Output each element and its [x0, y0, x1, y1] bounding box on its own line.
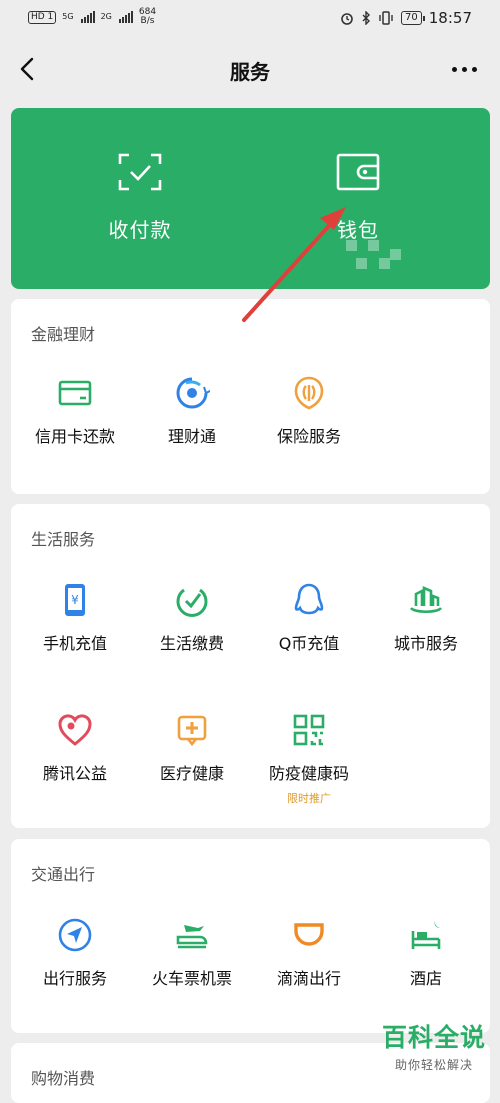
sim2-type: 2G — [100, 12, 112, 21]
hotel-bed-icon — [411, 921, 441, 949]
wealth-item[interactable]: 理财通 — [132, 375, 252, 447]
more-dots-icon[interactable] — [450, 60, 480, 78]
navigation-icon — [58, 918, 92, 952]
item-label: 保险服务 — [276, 427, 341, 446]
medical-icon — [177, 715, 207, 747]
section-title: 交通出行 — [31, 865, 96, 884]
city-service-item[interactable]: 城市服务 — [366, 582, 486, 654]
item-label: 腾讯公益 — [42, 764, 107, 783]
item-label: 信用卡还款 — [34, 427, 115, 446]
wallet-icon — [336, 153, 380, 191]
item-label: 医疗健康 — [159, 764, 224, 783]
city-service-icon — [409, 586, 443, 614]
health-code-item[interactable]: 防疫健康码 限时推广 — [249, 712, 369, 806]
item-label: 滴滴出行 — [276, 969, 341, 988]
scan-check-icon — [118, 153, 162, 191]
section-transport: 交通出行 出行服务 火车票机票 滴滴出行 酒店 — [11, 839, 490, 1033]
qq-penguin-icon — [294, 583, 324, 615]
wallet-label: 钱包 — [337, 218, 379, 242]
sim1-type: 5G — [62, 12, 74, 21]
item-label: 出行服务 — [42, 969, 107, 988]
train-plane-icon — [176, 925, 208, 949]
item-label: 理财通 — [167, 427, 216, 446]
battery-icon: 70 — [401, 11, 425, 25]
insurance-item[interactable]: 保险服务 — [249, 375, 369, 447]
qr-code-icon — [293, 714, 325, 746]
didi-icon — [294, 923, 324, 946]
signal-strength-icon — [80, 11, 95, 23]
network-speed-unit: B/s — [140, 16, 155, 26]
utility-bill-icon — [176, 588, 208, 617]
tencent-charity-item[interactable]: 腾讯公益 — [15, 712, 135, 784]
alarm-icon — [341, 13, 353, 25]
credit-card-repayment-item[interactable]: 信用卡还款 — [15, 375, 135, 447]
medical-health-item[interactable]: 医疗健康 — [132, 712, 252, 784]
q-coin-topup-item[interactable]: Q币充值 — [249, 582, 369, 654]
insurance-icon — [294, 376, 324, 410]
watermark: 百科全说 助你轻松解决 — [382, 1018, 486, 1073]
vibrate-icon — [379, 11, 393, 25]
credit-card-icon — [58, 380, 92, 406]
promo-badge: 限时推广 — [287, 792, 331, 805]
signal-strength-icon — [118, 11, 133, 23]
section-title: 生活服务 — [31, 530, 96, 549]
travel-service-item[interactable]: 出行服务 — [15, 917, 135, 989]
status-bar: HD 1 5G 2G 684 B/s 70 18:57 — [0, 0, 500, 38]
hotel-item[interactable]: 酒店 — [366, 917, 486, 989]
section-title: 购物消费 — [31, 1069, 96, 1088]
section-life-services: 生活服务 ¥ 手机充值 生活缴费 Q币充值 城市服务 腾讯公益 医疗健康 防疫健… — [11, 504, 490, 828]
network-speed: 684 B/s — [139, 8, 156, 26]
page-title: 服务 — [230, 60, 270, 84]
mobile-topup-item[interactable]: ¥ 手机充值 — [15, 582, 135, 654]
wallet-card: 收付款 钱包 — [11, 108, 490, 289]
mobile-topup-icon: ¥ — [65, 584, 85, 616]
hd-badge: HD 1 — [28, 10, 57, 24]
section-finance: 金融理财 信用卡还款 理财通 保险服务 — [11, 299, 490, 494]
item-label: 防疫健康码 — [268, 764, 349, 783]
item-label: 火车票机票 — [151, 969, 232, 988]
section-title: 金融理财 — [31, 325, 96, 344]
payment-button[interactable]: 收付款 — [55, 152, 225, 243]
item-label: 生活缴费 — [159, 634, 224, 653]
watermark-main: 百科全说 — [381, 1023, 486, 1052]
item-label: Q币充值 — [278, 634, 340, 653]
payment-label: 收付款 — [108, 218, 172, 242]
didi-item[interactable]: 滴滴出行 — [249, 917, 369, 989]
item-label: 酒店 — [409, 969, 442, 988]
wallet-button[interactable]: 钱包 — [273, 152, 443, 243]
charity-heart-icon — [58, 714, 92, 746]
item-label: 城市服务 — [393, 634, 458, 653]
utility-bill-item[interactable]: 生活缴费 — [132, 582, 252, 654]
clock: 18:57 — [428, 9, 472, 27]
navigation-bar: 服务 — [0, 38, 500, 100]
svg-text:¥: ¥ — [71, 593, 79, 607]
train-flight-ticket-item[interactable]: 火车票机票 — [132, 917, 252, 989]
bluetooth-icon — [362, 11, 371, 25]
blurred-balance — [346, 240, 402, 270]
wealth-icon — [176, 377, 210, 409]
watermark-sub: 助你轻松解决 — [394, 1058, 473, 1072]
item-label: 手机充值 — [42, 634, 107, 653]
